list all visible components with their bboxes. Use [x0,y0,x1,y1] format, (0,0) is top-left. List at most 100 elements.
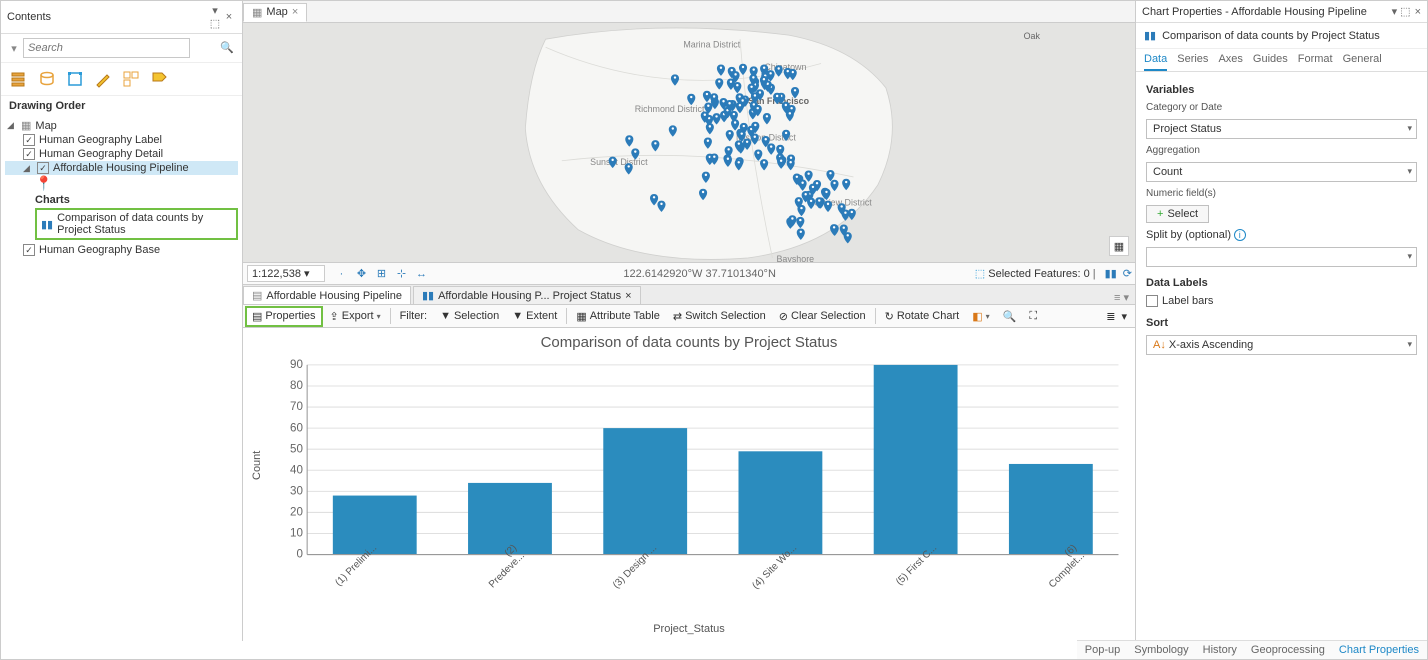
scale-selector[interactable]: 1:122,538 ▾ [247,265,325,282]
tab-menu-icon[interactable]: ≡ ▾ [1108,291,1135,304]
tab-series[interactable]: Series [1177,49,1208,71]
category-select[interactable]: Project Status [1146,119,1417,139]
filter-selection-button[interactable]: ▼Selection [434,307,505,325]
tab-guides[interactable]: Guides [1253,49,1288,71]
status-popup[interactable]: Pop-up [1085,644,1120,656]
bar-chart-icon: ▮▮ [1144,29,1156,42]
full-extent-button[interactable]: ⛶ [1023,307,1043,326]
contents-header: Contents ▾ ⬚ × [1,1,242,34]
export-button[interactable]: ⇪Export▾ [324,307,387,326]
split-by-select[interactable] [1146,247,1417,267]
list-by-snapping-icon[interactable] [121,69,141,89]
map-status: 1:122,538 ▾ · ✥ ⊞ ⊹ ↔ 122.6142920°W 37.7… [243,262,1135,284]
status-geoprocessing[interactable]: Geoprocessing [1251,644,1325,656]
chart-props-tabs: Data Series Axes Guides Format General [1136,49,1427,72]
legend-icon[interactable]: ≣ [1106,310,1115,323]
switch-selection-button[interactable]: ⇄Switch Selection [667,307,772,326]
basemap-icon[interactable]: ▦ [1109,236,1129,256]
rotate-chart-button[interactable]: ↻Rotate Chart [879,307,966,326]
variables-heading: Variables [1146,84,1417,96]
rotate-icon: ↻ [885,310,894,323]
sort-heading: Sort [1146,317,1417,329]
table-icon: ▤ [252,289,262,302]
tab-axes[interactable]: Axes [1218,49,1242,71]
nav-icon[interactable]: ✥ [353,266,371,282]
tab-attr-table[interactable]: ▤Affordable Housing Pipeline [243,286,411,304]
layer-hgl[interactable]: ✓Human Geography Label [5,133,238,147]
map-tab[interactable]: ▦Map× [243,3,307,22]
pause-icon[interactable]: ▮▮ [1102,268,1120,280]
tab-general[interactable]: General [1343,49,1382,71]
x-axis-label: Project_Status [249,623,1129,635]
close-icon[interactable]: × [222,11,236,23]
filter-icon[interactable]: ▾ [5,42,23,55]
map-label: Map [35,120,56,132]
search-input[interactable] [23,38,190,58]
map-node[interactable]: ◢▦Map [5,118,238,133]
chart-toolbar: ▤Properties ⇪Export▾ Filter: ▼Selection … [243,304,1135,328]
list-by-drawing-icon[interactable] [9,69,29,89]
tab-chart[interactable]: ▮▮Affordable Housing P... Project Status… [413,286,641,304]
attribute-table-button[interactable]: ▦Attribute Table [570,307,666,326]
map-tabs: ▦Map× [243,1,1135,23]
select-field-button[interactable]: +Select [1146,205,1209,223]
center-area: ▦Map× Marina District Chinatown Richmond… [243,1,1135,641]
bar-chart-icon: ▮▮ [422,289,434,302]
close-icon[interactable]: × [625,290,631,302]
search-icon[interactable]: 🔍 [220,41,234,54]
point-symbol-icon: 📍 [5,175,238,192]
place-bayshore: Bayshore [776,254,814,262]
x-tick-labels: (1) Prelimi...(2) Predeve...(3) Design .… [249,575,1129,597]
zoom-button[interactable]: 🔍 [997,307,1023,326]
chart-area: Comparison of data counts by Project Sta… [243,328,1135,641]
close-icon[interactable]: × [1411,6,1421,18]
chart-props-subtitle: ▮▮ Comparison of data counts by Project … [1136,23,1427,49]
snap-icon[interactable]: ⊹ [393,266,411,282]
label-bars-checkbox[interactable]: Label bars [1146,295,1417,307]
list-by-editing-icon[interactable] [93,69,113,89]
refresh-icon[interactable]: ⟳ [1120,268,1135,280]
svg-text:40: 40 [290,464,303,476]
status-symbology[interactable]: Symbology [1134,644,1188,656]
layer-hgb[interactable]: ✓Human Geography Base [5,243,238,257]
tab-data[interactable]: Data [1144,49,1167,71]
map-icon: ▦ [21,119,31,132]
more-icon[interactable]: ▾ [1121,310,1127,323]
chart-plot[interactable]: 0102030405060708090 [265,355,1129,575]
constraint-icon[interactable]: ⊞ [373,266,391,282]
properties-button[interactable]: ▤Properties [245,306,323,327]
chart-title: Comparison of data counts by Project Sta… [249,334,1129,351]
layer-ahp[interactable]: ◢✓Affordable Housing Pipeline [5,161,238,175]
list-by-labeling-icon[interactable] [149,69,169,89]
coordinates: 122.6142920°W 37.7101340°N [431,268,969,280]
chart-item[interactable]: ▮▮Comparison of data counts by Project S… [35,208,238,240]
status-history[interactable]: History [1203,644,1237,656]
place-richmond: Richmond District [635,104,705,114]
close-tab-icon[interactable]: × [292,6,298,18]
pin-icon[interactable]: ▾ ⬚ [1392,5,1411,18]
clear-icon: ⊘ [779,310,788,323]
correction-icon[interactable]: ↔ [413,266,431,282]
tab-format[interactable]: Format [1298,49,1333,71]
sort-select[interactable]: A↓ X-axis Ascending [1146,335,1417,355]
clear-selection-button: ⊘Clear Selection [773,307,872,326]
svg-text:90: 90 [290,359,303,371]
pause-draw-icon[interactable]: · [333,266,351,282]
filter-extent-button[interactable]: ▼Extent [506,307,563,325]
palette-icon: ◧ [972,310,982,323]
list-by-selection-icon[interactable] [65,69,85,89]
place-sunset: Sunset District [590,157,648,167]
svg-text:20: 20 [290,507,303,519]
map-view[interactable]: Marina District Chinatown Richmond Distr… [243,23,1135,262]
chart-props-header: Chart Properties - Affordable Housing Pi… [1136,1,1427,23]
info-icon[interactable]: i [1234,229,1246,241]
switch-icon: ⇄ [673,310,682,323]
y-axis-label: Count [249,355,265,575]
pin-icon[interactable]: ▾ ⬚ [208,4,222,30]
list-by-source-icon[interactable] [37,69,57,89]
layer-hgd[interactable]: ✓Human Geography Detail [5,147,238,161]
color-button[interactable]: ◧▾ [966,307,995,326]
numeric-field-label: Numeric field(s) [1146,188,1417,199]
aggregation-select[interactable]: Count [1146,162,1417,182]
status-chart-properties[interactable]: Chart Properties [1339,644,1419,656]
